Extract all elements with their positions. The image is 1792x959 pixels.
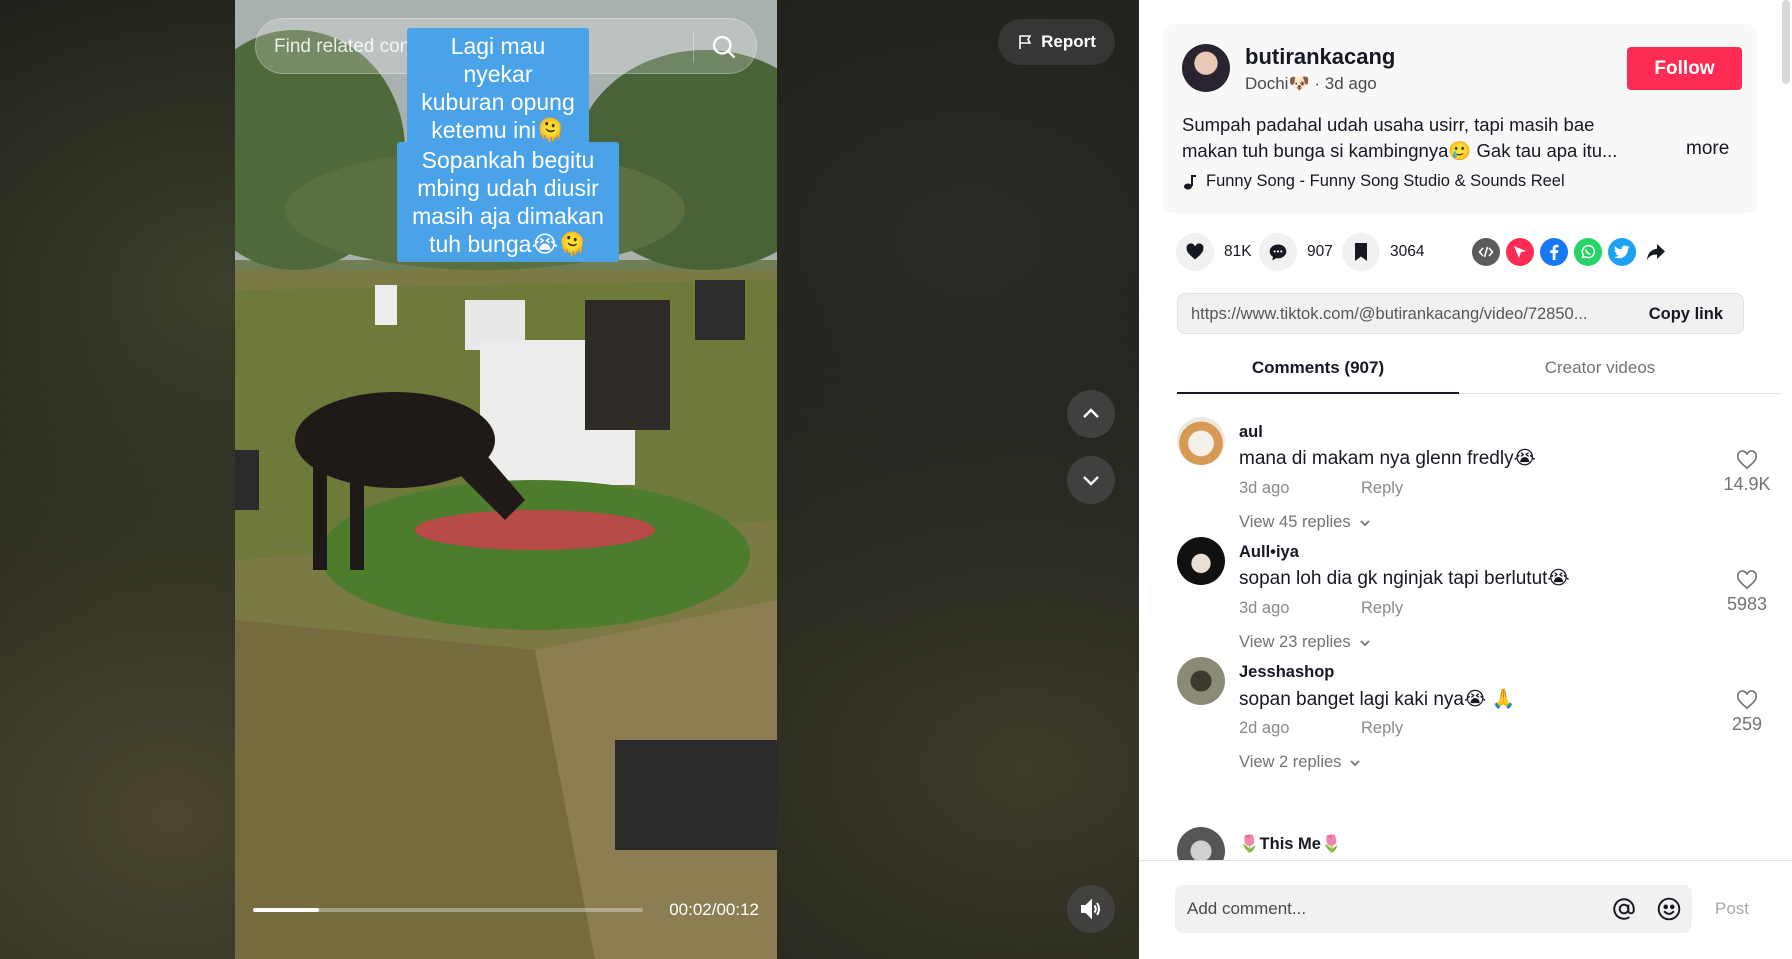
commenter-username[interactable]: Aull•iya — [1239, 543, 1299, 562]
comment-item: Jesshashop sopan banget lagi kaki nya😭 🙏… — [1177, 635, 1777, 771]
share-arrow-icon[interactable] — [1642, 238, 1670, 266]
commenter-avatar[interactable] — [1177, 827, 1225, 860]
follow-button[interactable]: Follow — [1627, 47, 1742, 90]
save-count: 3064 — [1390, 243, 1425, 260]
view-replies-button[interactable]: View 2 replies — [1239, 753, 1361, 772]
whatsapp-icon[interactable] — [1574, 238, 1602, 266]
comment-age: 3d ago — [1239, 599, 1290, 617]
report-label: Report — [1041, 32, 1096, 51]
active-tab-indicator — [1177, 392, 1459, 394]
commenter-avatar[interactable] — [1177, 417, 1225, 465]
subline-separator: · — [1314, 74, 1325, 93]
heart-outline-icon — [1736, 690, 1758, 710]
reply-button[interactable]: Reply — [1361, 719, 1403, 738]
comment-like-count: 5983 — [1726, 594, 1768, 614]
comment-item: Aull•iya sopan loh dia gk nginjak tapi b… — [1177, 515, 1777, 651]
view-replies-label: View 2 replies — [1239, 753, 1342, 771]
heart-outline-icon — [1736, 570, 1758, 590]
progress-fill — [253, 908, 320, 912]
video-player[interactable]: Find related content Lagi mau nyekar kub… — [235, 0, 777, 959]
music-note-icon — [1184, 174, 1196, 189]
comment-input[interactable]: Add comment... — [1175, 885, 1692, 933]
save-action[interactable]: 3064 — [1342, 233, 1424, 271]
post-age: 3d ago — [1324, 74, 1377, 93]
commenter-avatar[interactable] — [1177, 537, 1225, 585]
comment-text: sopan loh dia gk nginjak tapi berlutut😭 — [1239, 568, 1570, 589]
video-caption-top: Lagi mau nyekar kuburan opung ketemu ini… — [407, 28, 589, 148]
author-avatar[interactable] — [1182, 44, 1230, 92]
comment-like-count: 14.9K — [1723, 474, 1771, 494]
reply-button[interactable]: Reply — [1361, 599, 1403, 618]
comment-list: aul mana di makam nya glenn fredly😭 3d a… — [1139, 395, 1792, 860]
comment-action[interactable]: 907 — [1259, 233, 1333, 271]
comment-item: aul mana di makam nya glenn fredly😭 3d a… — [1177, 395, 1777, 531]
tab-creator-videos[interactable]: Creator videos — [1459, 358, 1741, 378]
music-title: Funny Song - Funny Song Studio & Sounds … — [1206, 172, 1565, 190]
heart-outline-icon — [1736, 450, 1758, 470]
post-info-card: butirankacang Dochi🐶 · 3d ago Follow Sum… — [1163, 24, 1757, 214]
comment-like-button[interactable]: 259 — [1717, 690, 1777, 735]
flag-icon — [1019, 35, 1032, 49]
bookmark-icon — [1342, 233, 1380, 271]
action-bar: 81K 907 3064 — [1176, 233, 1756, 273]
author-nickname: Dochi🐶 — [1245, 74, 1310, 93]
commenter-username[interactable]: aul — [1239, 423, 1263, 442]
post-description: Sumpah padahal udah usaha usirr, tapi ma… — [1182, 114, 1618, 161]
chevron-down-icon — [1350, 759, 1361, 766]
tab-comments[interactable]: Comments (907) — [1177, 358, 1459, 378]
panel-scrollbar[interactable] — [1782, 0, 1790, 84]
commenter-avatar[interactable] — [1177, 657, 1225, 705]
send-icon[interactable] — [1506, 238, 1534, 266]
comment-like-count: 259 — [1731, 714, 1763, 734]
comment-like-button[interactable]: 5983 — [1717, 570, 1777, 615]
next-video-button[interactable] — [1067, 456, 1115, 504]
share-link-url[interactable]: https://www.tiktok.com/@butirankacang/vi… — [1191, 305, 1631, 324]
chevron-up-icon — [1083, 408, 1099, 418]
previous-video-button[interactable] — [1067, 390, 1115, 438]
progress-bar[interactable] — [253, 908, 643, 912]
embed-icon[interactable] — [1472, 238, 1500, 266]
mention-icon[interactable] — [1611, 896, 1637, 922]
author-subline: Dochi🐶 · 3d ago — [1245, 74, 1377, 94]
comment-item: 🌷This Me🌷 — [1177, 815, 1777, 860]
copy-link-button[interactable]: Copy link — [1649, 305, 1723, 324]
heart-icon — [1176, 233, 1214, 271]
search-icon[interactable] — [710, 33, 738, 61]
volume-button[interactable] — [1067, 885, 1115, 933]
video-caption-bottom: Sopankah begitu mbing udah diusir masih … — [397, 142, 619, 262]
comment-count: 907 — [1307, 243, 1333, 260]
emoji-icon[interactable] — [1656, 896, 1682, 922]
reply-button[interactable]: Reply — [1361, 479, 1403, 498]
panel-tabs: Comments (907) Creator videos — [1177, 350, 1781, 394]
comment-age: 3d ago — [1239, 479, 1290, 497]
commenter-username[interactable]: 🌷This Me🌷 — [1239, 835, 1342, 854]
like-action[interactable]: 81K — [1176, 233, 1252, 271]
video-time: 00:02/00:12 — [669, 900, 759, 919]
facebook-icon[interactable] — [1540, 238, 1568, 266]
twitter-icon[interactable] — [1608, 238, 1636, 266]
share-link-box: https://www.tiktok.com/@butirankacang/vi… — [1177, 293, 1744, 334]
report-button[interactable]: Report — [998, 19, 1115, 65]
commenter-username[interactable]: Jesshashop — [1239, 663, 1334, 682]
like-count: 81K — [1224, 243, 1252, 260]
music-link[interactable]: Funny Song - Funny Song Studio & Sounds … — [1182, 172, 1565, 191]
search-divider — [693, 31, 694, 63]
comment-composer: Add comment... Post — [1139, 860, 1792, 959]
comment-text: sopan banget lagi kaki nya😭 🙏 — [1239, 689, 1516, 710]
comment-text: mana di makam nya glenn fredly😭 — [1239, 448, 1536, 469]
comment-bubble-icon — [1259, 233, 1297, 271]
post-comment-button[interactable]: Post — [1715, 899, 1749, 919]
comment-placeholder: Add comment... — [1187, 899, 1307, 918]
video-area: Find related content Lagi mau nyekar kub… — [0, 0, 1139, 959]
author-username[interactable]: butirankacang — [1245, 44, 1395, 70]
details-panel: butirankacang Dochi🐶 · 3d ago Follow Sum… — [1139, 0, 1792, 959]
comment-like-button[interactable]: 14.9K — [1717, 450, 1777, 495]
speaker-icon — [1081, 898, 1100, 920]
comment-age: 2d ago — [1239, 719, 1290, 737]
chevron-down-icon — [1083, 476, 1099, 486]
more-button[interactable]: more — [1686, 138, 1729, 160]
